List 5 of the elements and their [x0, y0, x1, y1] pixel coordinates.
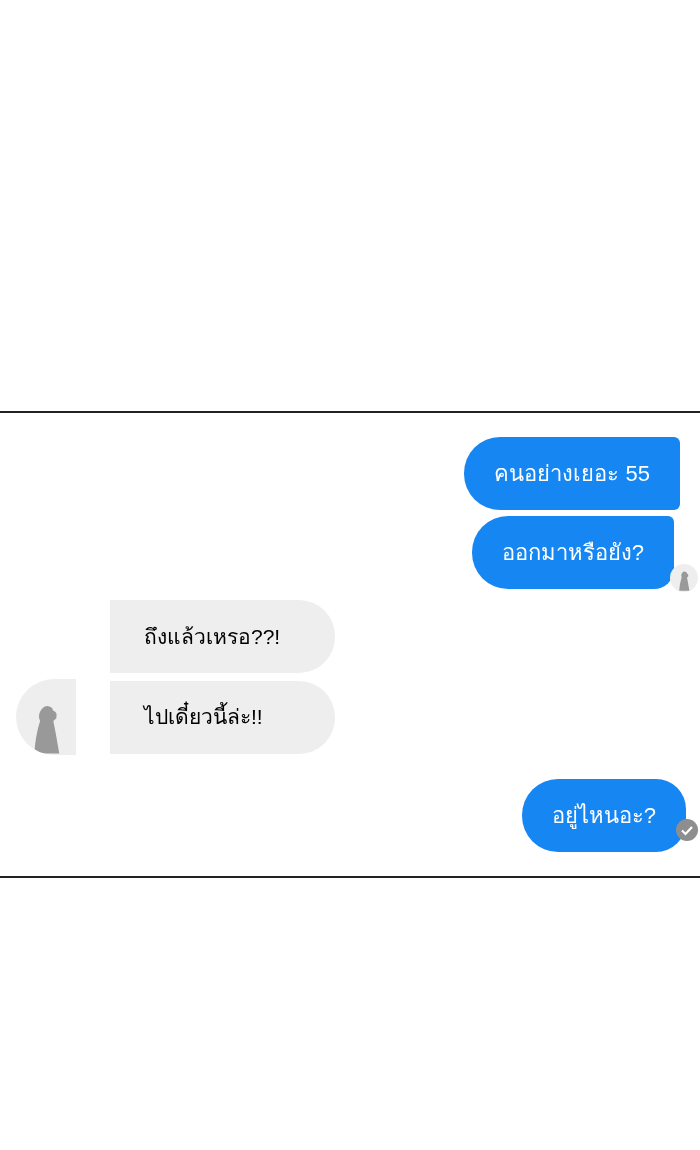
- outgoing-message: อยู่ไหนอะ?: [521, 779, 686, 852]
- incoming-message: ถึงแล้วเหรอ??!: [110, 600, 335, 673]
- incoming-message: ไปเดี๋ยวนี้ล่ะ!!: [110, 680, 335, 754]
- outgoing-message: ออกมาหรือยัง?: [471, 516, 674, 589]
- outgoing-message: คนอย่างเยอะ 55: [464, 437, 680, 510]
